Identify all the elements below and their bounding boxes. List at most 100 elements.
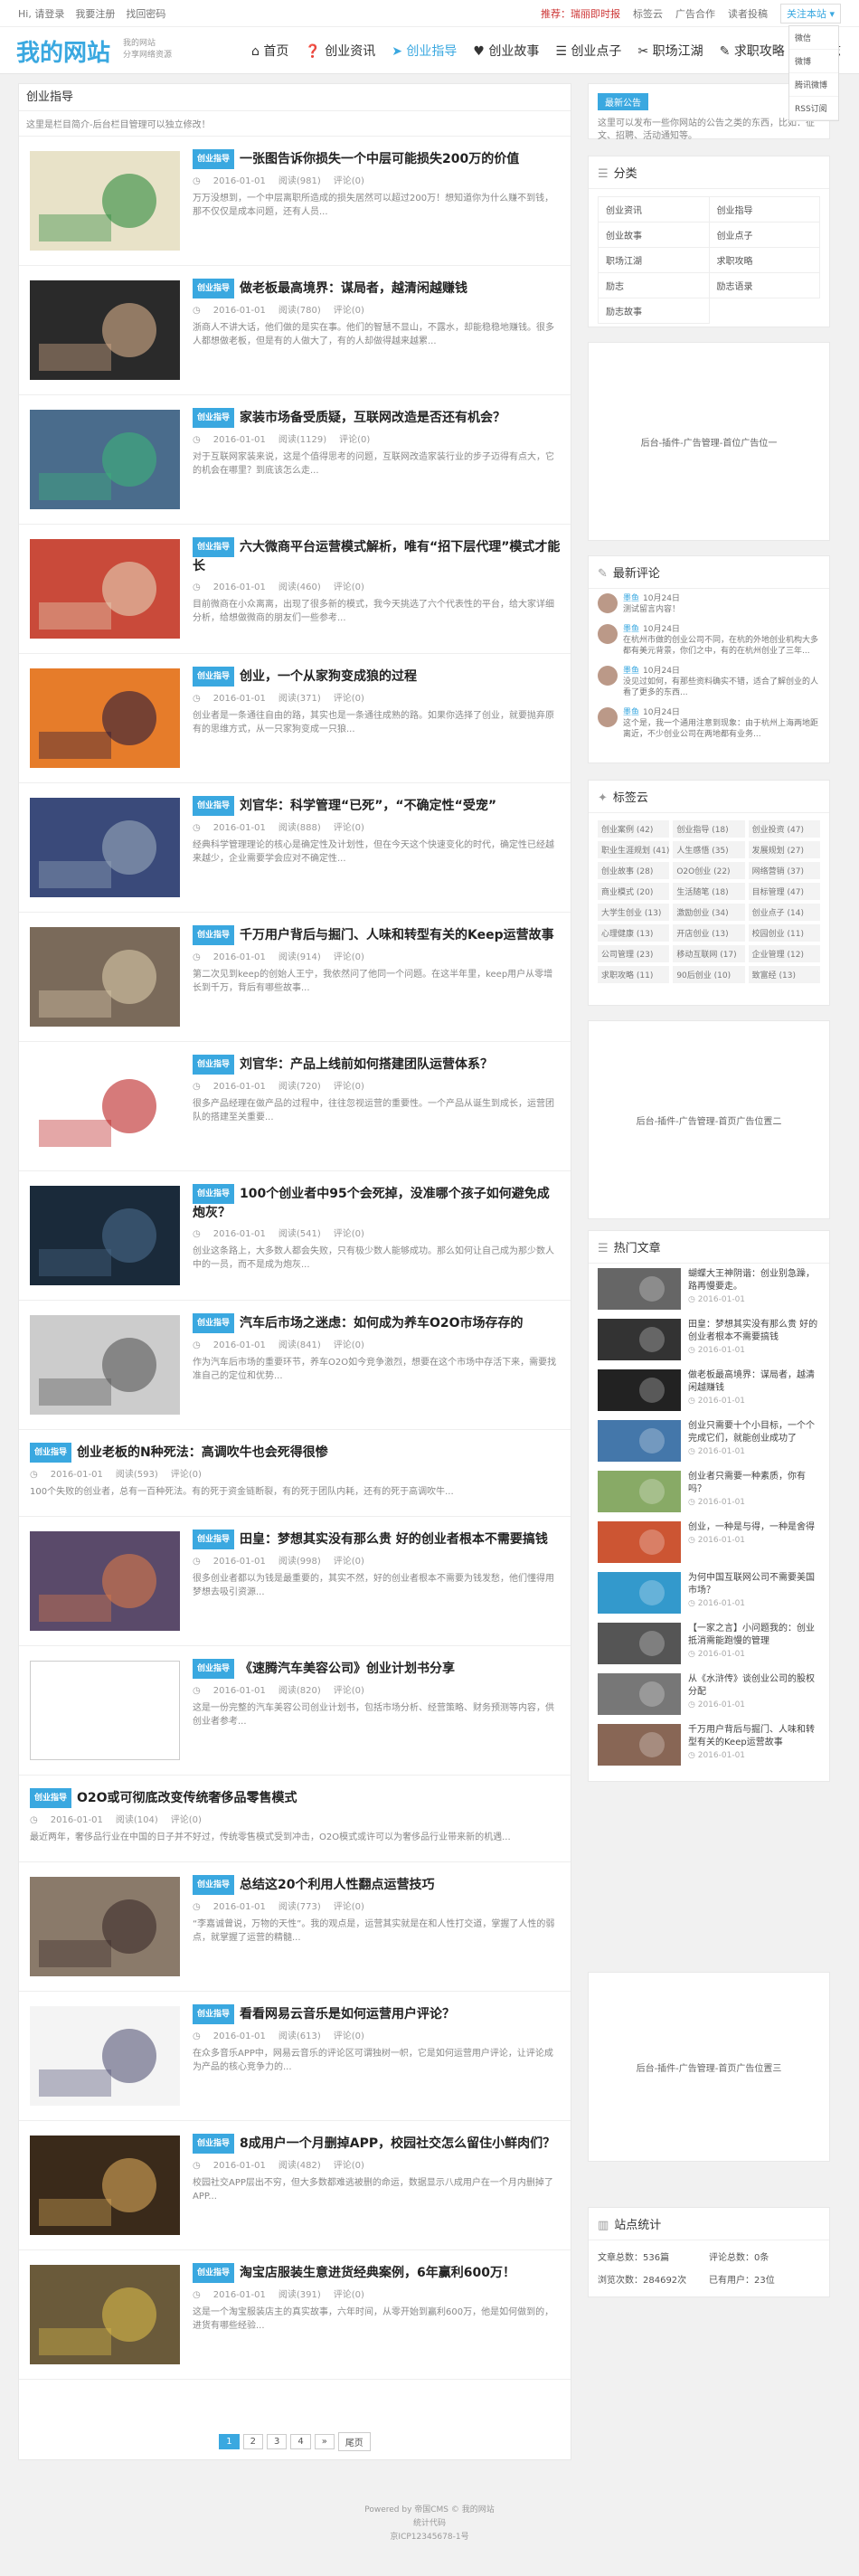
nav-ideas[interactable]: ☰ 创业点子 [555, 42, 621, 60]
article-tag[interactable]: 创业指导 [193, 925, 235, 945]
footer-powered[interactable]: Powered by 帝国CMS © 我的网站 [0, 2504, 859, 2517]
cat-item[interactable]: 创业故事 [599, 223, 710, 248]
page-3[interactable]: 3 [266, 2433, 288, 2449]
article-title[interactable]: 田皇：梦想其实没有那么贵 好的创业者根本不需要搞钱 [240, 1532, 548, 1547]
article-comments[interactable]: 评论(0) [171, 1815, 202, 1825]
article-thumbnail[interactable] [30, 927, 180, 1027]
article-thumbnail[interactable] [30, 1531, 180, 1631]
comment-item[interactable]: 墨鱼 10月24日 测试留言内容！ [589, 589, 829, 620]
article-comments[interactable]: 评论(0) [339, 435, 370, 445]
cat-item[interactable]: 创业指导 [709, 197, 820, 223]
article-tag[interactable]: 创业指导 [193, 149, 235, 169]
page-last[interactable]: 尾页 [337, 2431, 371, 2451]
article-thumbnail[interactable] [30, 1877, 180, 1976]
ad-slot-3[interactable]: 后台-插件-广告管理-首页广告位置三 [588, 1972, 830, 2162]
article-title[interactable]: 创业老板的N种死法：高调吹牛也会死得很惨 [77, 1445, 328, 1460]
tag-cloud-item[interactable]: 创业投资 (47) [748, 820, 820, 838]
article-comments[interactable]: 评论(0) [334, 1902, 364, 1912]
ad-slot-2[interactable]: 后台-插件-广告管理-首页广告位置二 [588, 1020, 830, 1219]
nav-news[interactable]: ❓ 创业资讯 [305, 42, 375, 60]
article-title[interactable]: 千万用户背后与掘门、人味和转型有关的Keep运营故事 [240, 928, 554, 942]
hot-article-thumbnail[interactable] [598, 1673, 681, 1715]
nav-home[interactable]: ⌂ 首页 [251, 42, 288, 60]
article-title[interactable]: 家装市场备受质疑，互联网改造是否还有机会？ [240, 411, 505, 425]
hot-article-item[interactable]: 蝴蝶大王神阴谐：创业别急躁，路再慢要走。 ◷ 2016-01-01 [589, 1264, 829, 1314]
tag-cloud-item[interactable]: 商业模式 (20) [598, 883, 670, 900]
hot-article-thumbnail[interactable] [598, 1623, 681, 1664]
follow-wechat[interactable]: 微信 [789, 26, 838, 50]
tag-cloud-item[interactable]: 创业案例 (42) [598, 820, 670, 838]
article-thumbnail[interactable] [30, 798, 180, 897]
article-title[interactable]: 刘官华：科学管理“已死”，“不确定性“受宠” [240, 799, 496, 813]
hot-article-item[interactable]: 千万用户背后与掘门、人味和转型有关的Keep运营故事 ◷ 2016-01-01 [589, 1719, 829, 1770]
article-tag[interactable]: 创业指导 [193, 1055, 235, 1075]
article-comments[interactable]: 评论(0) [334, 694, 364, 704]
hot-article-item[interactable]: 创业只需要十个小目标，一个个完成它们，就能创业成功了 ◷ 2016-01-01 [589, 1416, 829, 1466]
submit-link[interactable]: 读者投稿 [728, 6, 768, 21]
article-thumbnail[interactable] [30, 2136, 180, 2235]
article-comments[interactable]: 评论(0) [334, 2161, 364, 2171]
cat-item[interactable]: 创业点子 [709, 223, 820, 248]
article-thumbnail[interactable] [30, 1186, 180, 1285]
comment-item[interactable]: 墨鱼 10月24日 在杭州市做的创业公司不同，在杭的外地创业机构大多都有美元背景，你… [589, 620, 829, 661]
tag-cloud-item[interactable]: 求职攻略 (11) [598, 966, 670, 983]
tag-cloud-item[interactable]: 目标管理 (47) [748, 883, 820, 900]
cat-item[interactable]: 励志故事 [599, 298, 710, 324]
ad-cooperation-link[interactable]: 广告合作 [675, 6, 715, 21]
article-tag[interactable]: 创业指导 [193, 796, 235, 816]
tag-cloud-link[interactable]: 标签云 [633, 6, 663, 21]
article-title[interactable]: 《速腾汽车美容公司》创业计划书分享 [240, 1662, 455, 1676]
cat-item[interactable]: 励志语录 [709, 273, 820, 298]
article-tag[interactable]: 创业指导 [193, 537, 235, 557]
hot-article-thumbnail[interactable] [598, 1420, 681, 1462]
article-comments[interactable]: 评论(0) [334, 306, 364, 316]
follow-weibo[interactable]: 微博 [789, 50, 838, 73]
hot-article-thumbnail[interactable] [598, 1471, 681, 1512]
page-1[interactable]: 1 [219, 2433, 240, 2449]
hot-article-thumbnail[interactable] [598, 1319, 681, 1360]
article-tag[interactable]: 创业指导 [193, 1530, 235, 1549]
article-title[interactable]: 做老板最高境界：谋局者，越清闲越赚钱 [240, 281, 467, 296]
hot-article-thumbnail[interactable] [598, 1268, 681, 1310]
article-tag[interactable]: 创业指导 [30, 1788, 72, 1808]
find-password-link[interactable]: 找回密码 [126, 6, 165, 21]
tag-cloud-item[interactable]: 职业生涯规划 (41) [598, 841, 670, 858]
hot-article-item[interactable]: 为何中国互联网公司不需要美国市场？ ◷ 2016-01-01 [589, 1567, 829, 1618]
article-tag[interactable]: 创业指导 [30, 1443, 72, 1463]
tag-cloud-item[interactable]: 发展规划 (27) [748, 841, 820, 858]
page-2[interactable]: 2 [242, 2433, 263, 2449]
tag-cloud-item[interactable]: 网络营销 (37) [748, 862, 820, 879]
article-title[interactable]: 看看网易云音乐是如何运营用户评论？ [240, 2007, 455, 2022]
article-title[interactable]: 总结这20个利用人性翻点运营技巧 [240, 1878, 434, 1892]
hot-article-item[interactable]: 创业者只需要一种素质，你有吗？ ◷ 2016-01-01 [589, 1466, 829, 1517]
tag-cloud-item[interactable]: 企业管理 (12) [748, 945, 820, 962]
page-next[interactable]: » [314, 2433, 335, 2449]
article-thumbnail[interactable] [30, 280, 180, 380]
nav-job[interactable]: ✎ 求职攻略 [720, 42, 785, 60]
article-title[interactable]: 淘宝店服装生意进货经典案例，6年赢利600万！ [240, 2266, 515, 2280]
article-title[interactable]: 8成用户一个月删掉APP，校园社交怎么留住小鲜肉们？ [240, 2136, 555, 2151]
article-thumbnail[interactable] [30, 151, 180, 251]
article-tag[interactable]: 创业指导 [193, 2004, 235, 2024]
tag-cloud-item[interactable]: 心理健康 (13) [598, 924, 670, 942]
article-tag[interactable]: 创业指导 [193, 1659, 235, 1679]
site-logo[interactable]: 我的网站 [16, 34, 110, 68]
tag-cloud-item[interactable]: 生活随笔 (18) [673, 883, 745, 900]
hot-recommend-link[interactable]: 推荐：瑞丽即时报 [541, 6, 620, 21]
tag-cloud-item[interactable]: 开店创业 (13) [673, 924, 745, 942]
article-tag[interactable]: 创业指导 [193, 408, 235, 428]
article-tag[interactable]: 创业指导 [193, 279, 235, 298]
hot-article-thumbnail[interactable] [598, 1724, 681, 1766]
cat-item[interactable]: 创业资讯 [599, 197, 710, 223]
tag-cloud-item[interactable]: 致富经 (13) [748, 966, 820, 983]
hot-article-item[interactable]: 创业，一种是与得，一种是舍得 ◷ 2016-01-01 [589, 1517, 829, 1567]
article-title[interactable]: O2O或可彻底改变传统奢侈品零售模式 [77, 1791, 297, 1805]
article-thumbnail[interactable] [30, 2006, 180, 2106]
article-comments[interactable]: 评论(0) [334, 1229, 364, 1239]
article-comments[interactable]: 评论(0) [334, 176, 364, 186]
article-title[interactable]: 100个创业者中95个会死掉，没准哪个孩子如何避免成炮灰？ [193, 1187, 550, 1220]
article-thumbnail[interactable] [30, 668, 180, 768]
article-thumbnail[interactable] [30, 1056, 180, 1156]
hot-article-thumbnail[interactable] [598, 1369, 681, 1411]
article-comments[interactable]: 评论(0) [334, 2031, 364, 2041]
